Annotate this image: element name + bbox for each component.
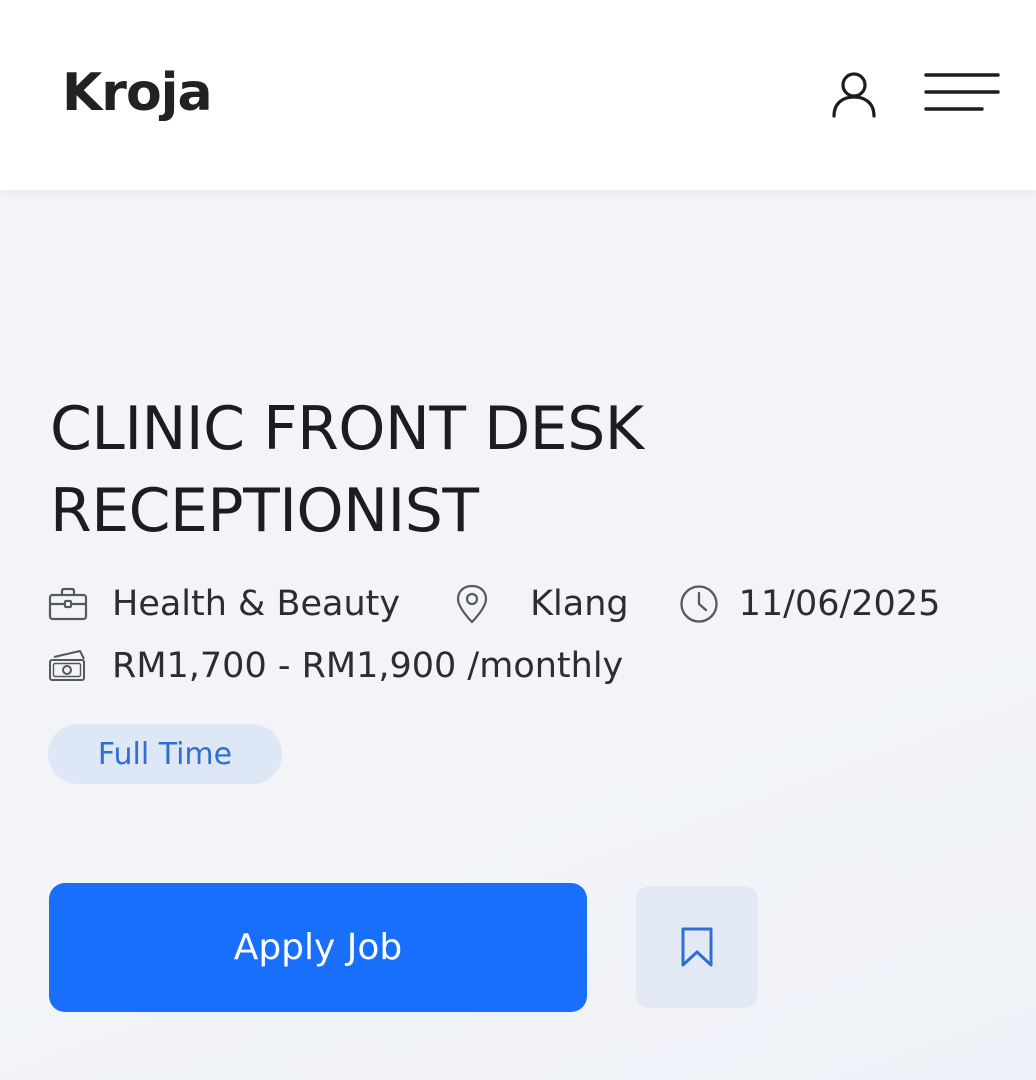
bookmark-button[interactable] [636, 886, 758, 1008]
apply-job-button[interactable]: Apply Job [49, 883, 587, 1012]
employment-type-badge: Full Time [48, 724, 282, 784]
job-post-date: 11/06/2025 [679, 584, 941, 624]
job-post-date-label: 11/06/2025 [738, 584, 941, 624]
user-icon [832, 72, 876, 118]
clock-icon [679, 584, 719, 624]
job-category-label: Health & Beauty [112, 584, 401, 624]
user-account-button[interactable] [826, 66, 882, 122]
brand-logo[interactable]: Kroja [62, 58, 213, 128]
bookmark-icon [681, 927, 713, 967]
top-header: Kroja [0, 0, 1036, 190]
job-meta-row: Health & Beauty Klang 11/06/2025 [48, 580, 940, 628]
job-category: Health & Beauty [48, 584, 400, 624]
job-location-label: Klang [530, 584, 629, 624]
job-salary-row: RM1,700 - RM1,900 /monthly [48, 642, 623, 690]
job-salary-label: RM1,700 - RM1,900 /monthly [112, 646, 624, 686]
job-title: CLINIC FRONT DESK RECEPTIONIST [50, 394, 644, 546]
menu-button[interactable] [922, 68, 1002, 116]
map-pin-icon [452, 584, 492, 624]
hamburger-menu-icon [924, 73, 1000, 111]
job-location: Klang [452, 584, 629, 624]
briefcase-icon [48, 584, 88, 624]
job-salary: RM1,700 - RM1,900 /monthly [48, 646, 623, 686]
money-icon [48, 646, 88, 686]
